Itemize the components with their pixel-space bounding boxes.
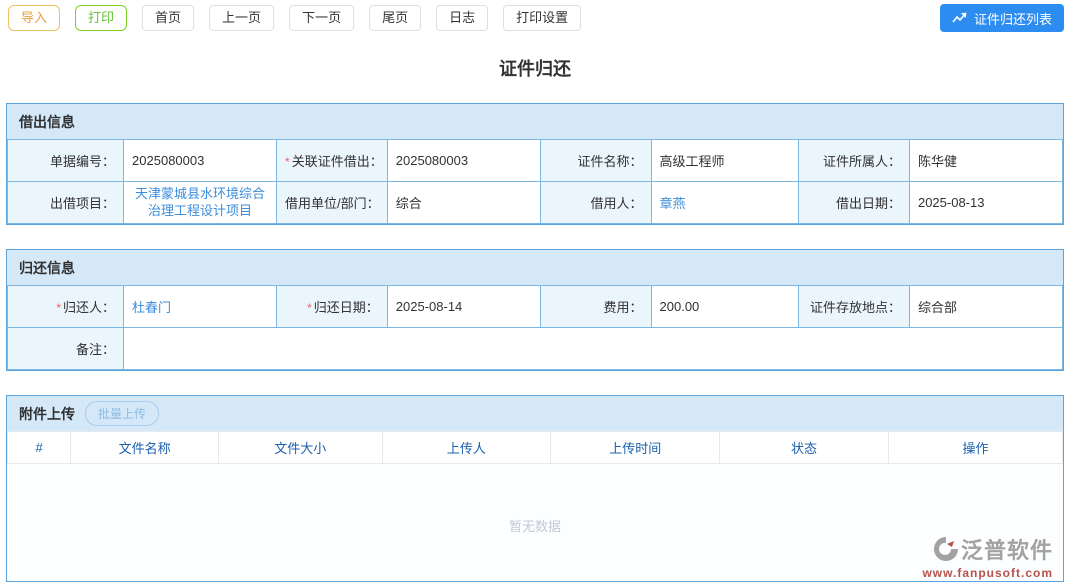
trending-up-icon	[952, 12, 968, 24]
location-value: 综合部	[908, 285, 1064, 328]
doc-no-value: 2025080003	[123, 139, 278, 182]
cert-owner-label: 证件所属人：	[798, 139, 910, 182]
fee-value: 200.00	[650, 285, 800, 328]
returner-value: 杜春门	[123, 285, 278, 328]
return-info-table: * 归还人： 杜春门 * 归还日期： 2025-08-14 费用： 200.00 证…	[6, 285, 1064, 370]
cert-owner-value: 陈华健	[908, 139, 1064, 182]
first-page-button[interactable]: 首页	[142, 5, 195, 31]
location-label: 证件存放地点：	[798, 285, 910, 328]
page-title: 证件归还	[499, 59, 571, 79]
brand-name: 泛普软件	[960, 538, 1053, 563]
borrower-label: 借用人：	[539, 181, 652, 224]
col-file-name: 文件名称	[70, 431, 219, 464]
borrow-dept-label: 借用单位/部门：	[276, 181, 388, 224]
attachments-empty-area: 暂无数据 泛普软件 www.fanpusoft.com	[7, 464, 1063, 581]
project-value: 天津蒙城县水环境综合治理工程设计项目	[123, 181, 278, 224]
return-date-value: 2025-08-14	[386, 285, 541, 328]
return-info-header: 归还信息	[7, 250, 1063, 285]
return-date-label: * 归还日期：	[276, 285, 388, 328]
remark-value	[123, 327, 1063, 370]
brand-url: www.fanpusoft.com	[922, 566, 1053, 580]
doc-no-label: 单据编号：	[6, 139, 125, 182]
import-button[interactable]: 导入	[8, 5, 61, 31]
borrower-value: 章燕	[650, 181, 800, 224]
col-upload-time: 上传时间	[550, 431, 721, 464]
lend-info-title: 借出信息	[19, 113, 75, 130]
returner-label: * 归还人：	[6, 285, 125, 328]
required-asterisk: *	[56, 301, 62, 315]
certificate-return-list-button[interactable]: 证件归还列表	[939, 4, 1064, 32]
attachments-table: # 文件名称 文件大小 上传人 上传时间 状态 操作	[6, 431, 1064, 464]
certificate-return-list-label: 证件归还列表	[973, 11, 1052, 27]
print-button[interactable]: 打印	[75, 5, 128, 31]
empty-data-text: 暂无数据	[508, 519, 561, 534]
prev-page-button[interactable]: 上一页	[209, 5, 275, 31]
return-info-title: 归还信息	[19, 259, 75, 276]
next-page-button[interactable]: 下一页	[289, 5, 355, 31]
lend-date-label: 借出日期：	[798, 181, 910, 224]
fanpu-logo-icon	[933, 536, 959, 566]
attachments-title: 附件上传	[19, 405, 75, 422]
col-status: 状态	[719, 431, 889, 464]
toolbar: 导入 打印 首页 上一页 下一页 尾页 日志 打印设置	[0, 0, 1070, 31]
col-uploader: 上传人	[381, 431, 552, 464]
log-button[interactable]: 日志	[436, 5, 489, 31]
project-link[interactable]: 天津蒙城县水环境综合治理工程设计项目	[135, 186, 265, 217]
cert-name-label: 证件名称：	[539, 139, 652, 182]
required-asterisk: *	[285, 155, 290, 169]
related-lend-value: 2025080003	[386, 139, 541, 182]
returner-link[interactable]: 杜春门	[132, 300, 171, 315]
remark-label: 备注：	[6, 327, 125, 370]
batch-upload-button[interactable]: 批量上传	[85, 401, 160, 426]
attachments-panel: 附件上传 批量上传 # 文件名称 文件大小 上传人 上传时间 状态 操作 暂无数…	[6, 395, 1064, 582]
attachments-header: 附件上传 批量上传	[7, 396, 1063, 431]
col-actions: 操作	[887, 431, 1064, 464]
vendor-watermark: 泛普软件 www.fanpusoft.com	[922, 536, 1053, 579]
attachments-table-header-row: # 文件名称 文件大小 上传人 上传时间 状态 操作	[6, 431, 1064, 464]
project-label: 出借项目：	[6, 181, 125, 224]
related-lend-label: * 关联证件借出：	[276, 139, 388, 182]
lend-info-panel: 借出信息 单据编号： 2025080003 * 关联证件借出： 202508000…	[6, 103, 1064, 225]
col-index: #	[6, 431, 72, 464]
return-info-panel: 归还信息 * 归还人： 杜春门 * 归还日期： 2025-08-14 费用： 200…	[6, 249, 1064, 371]
borrower-link[interactable]: 章燕	[660, 196, 686, 211]
lend-date-value: 2025-08-13	[908, 181, 1064, 224]
required-asterisk: *	[307, 301, 312, 315]
fee-label: 费用：	[539, 285, 652, 328]
col-file-size: 文件大小	[217, 431, 383, 464]
borrow-dept-value: 综合	[386, 181, 541, 224]
last-page-button[interactable]: 尾页	[369, 5, 422, 31]
lend-info-table: 单据编号： 2025080003 * 关联证件借出： 2025080003 证件名…	[6, 139, 1064, 224]
print-settings-button[interactable]: 打印设置	[503, 5, 582, 31]
cert-name-value: 高级工程师	[650, 139, 800, 182]
lend-info-header: 借出信息	[7, 104, 1063, 139]
